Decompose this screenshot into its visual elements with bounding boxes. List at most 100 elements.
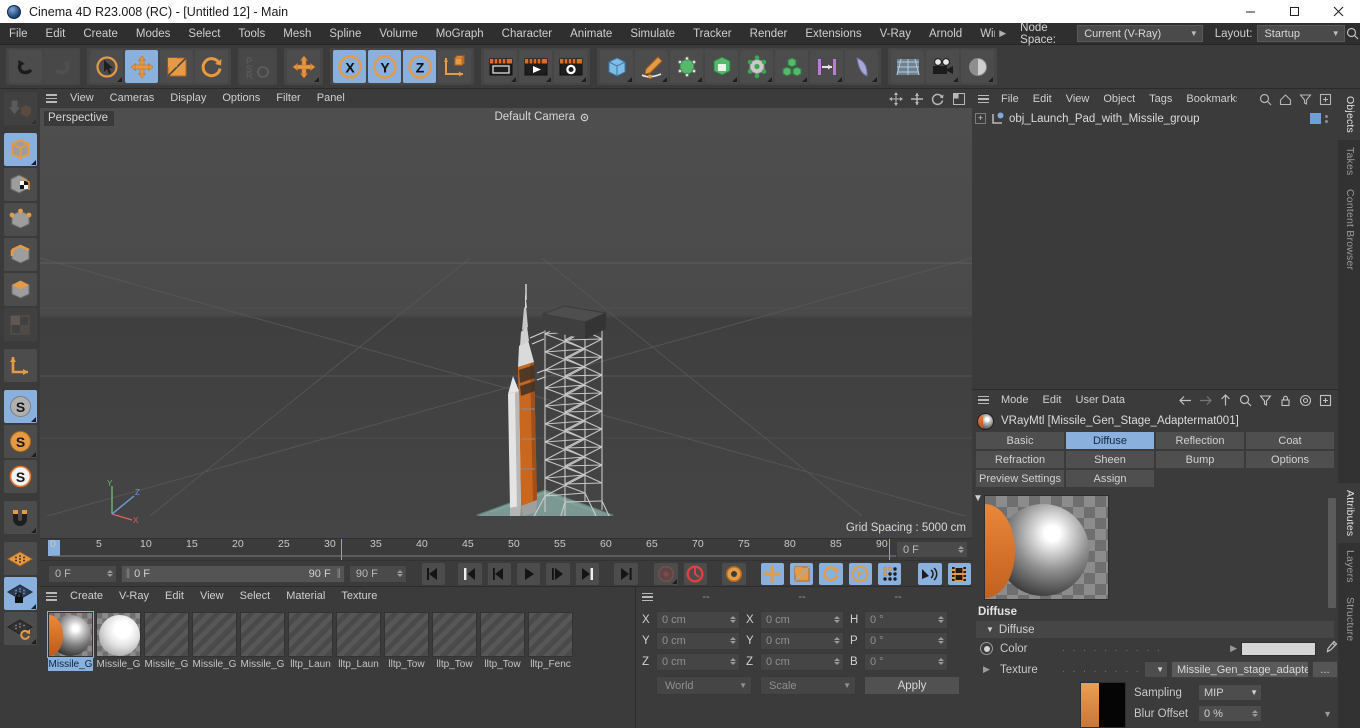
texture-type-dropdown[interactable]: ▼ [1144, 661, 1168, 678]
menu-item-file[interactable]: File [0, 23, 37, 45]
tab-assign[interactable]: Assign [1066, 470, 1154, 487]
material-swatch[interactable]: lltp_Laun [288, 612, 333, 728]
menu-item-extensions[interactable]: Extensions [796, 23, 870, 45]
pen-spline-button[interactable] [635, 50, 668, 83]
record-active-objects-button[interactable] [654, 562, 678, 585]
viewport-menu-filter[interactable]: Filter [268, 89, 308, 108]
menu-item-modes[interactable]: Modes [127, 23, 180, 45]
rotation-h-input[interactable]: 0 ° [864, 610, 948, 629]
object-menu-bookmarks[interactable]: Bookmarks [1179, 89, 1237, 109]
perspective-viewport[interactable]: Perspective Default Camera Grid Spacing … [40, 108, 972, 538]
film-strip-button[interactable] [947, 562, 971, 585]
attribute-menu-user-data[interactable]: User Data [1069, 390, 1133, 410]
point-mode-icon[interactable] [3, 203, 37, 236]
object-menu-view[interactable]: View [1059, 89, 1097, 109]
tab-bump[interactable]: Bump [1156, 451, 1244, 468]
mograph-cloner-button[interactable] [775, 50, 808, 83]
attribute-scrollbar-thumb[interactable] [1328, 498, 1336, 608]
material-swatch[interactable]: Missile_G [240, 612, 285, 728]
coordinate-mode-dropdown[interactable]: Scale ▼ [760, 676, 856, 695]
minimize-button[interactable] [1228, 0, 1272, 23]
step-back-button[interactable] [487, 562, 512, 585]
move-tool-button[interactable] [125, 50, 158, 83]
up-arrow-icon[interactable] [1217, 392, 1234, 409]
tab-options[interactable]: Options [1246, 451, 1334, 468]
attribute-hamburger-icon[interactable] [972, 391, 994, 410]
add-icon[interactable] [1317, 392, 1334, 409]
menu-item-spline[interactable]: Spline [320, 23, 370, 45]
material-menu-select[interactable]: Select [232, 587, 279, 606]
go-to-next-key-button[interactable] [575, 562, 600, 585]
workplane-magnet-icon[interactable] [3, 501, 37, 534]
material-hamburger-icon[interactable] [40, 587, 62, 606]
position-x-input[interactable]: 0 cm [656, 610, 740, 629]
expand-more-icon[interactable]: ▼ [1323, 709, 1332, 719]
render-view-button[interactable] [484, 50, 517, 83]
rotation-b-input[interactable]: 0 ° [864, 652, 948, 671]
enable-snap-icon[interactable]: S [3, 390, 37, 423]
render-settings-button[interactable] [554, 50, 587, 83]
menu-item-select[interactable]: Select [179, 23, 229, 45]
live-selection-button[interactable] [90, 50, 123, 83]
workplane-icon[interactable] [3, 542, 37, 575]
texture-thumbnail[interactable] [1080, 682, 1126, 728]
material-menu-edit[interactable]: Edit [157, 587, 192, 606]
target-icon[interactable] [1297, 392, 1314, 409]
world-object-coordinate-button[interactable] [438, 50, 471, 83]
preview-collapse-icon[interactable]: ▼ [973, 493, 983, 504]
tab-diffuse[interactable]: Diffuse [1066, 432, 1154, 449]
tab-structure[interactable]: Structure [1338, 590, 1360, 648]
tab-objects[interactable]: Objects [1338, 89, 1360, 140]
position-z-input[interactable]: 0 cm [656, 652, 740, 671]
tab-reflection[interactable]: Reflection [1156, 432, 1244, 449]
edge-mode-icon[interactable] [3, 238, 37, 271]
cube-primitive-button[interactable] [600, 50, 633, 83]
go-to-start-button[interactable] [421, 562, 445, 585]
menu-item-window[interactable]: Wind [971, 23, 995, 45]
make-editable-icon[interactable] [3, 92, 37, 125]
go-to-previous-key-button[interactable] [458, 562, 482, 585]
menu-item-volume[interactable]: Volume [370, 23, 426, 45]
play-button[interactable] [517, 562, 541, 585]
viewport-menu-options[interactable]: Options [214, 89, 268, 108]
node-space-dropdown[interactable]: Current (V-Ray) ▼ [1077, 25, 1203, 42]
object-visibility-dots-icon[interactable] [1325, 114, 1328, 123]
tab-content-browser[interactable]: Content Browser [1338, 182, 1360, 277]
object-tree-row[interactable]: + obj_Launch_Pad_with_Missile_group [972, 109, 1338, 128]
end-frame-field[interactable]: 0 F [896, 541, 968, 558]
tab-preview-settings[interactable]: Preview Settings [976, 470, 1064, 487]
tab-sheen[interactable]: Sheen [1066, 451, 1154, 468]
menu-item-tracker[interactable]: Tracker [684, 23, 741, 45]
size-z-input[interactable]: 0 cm [760, 652, 844, 671]
menu-item-edit[interactable]: Edit [37, 23, 75, 45]
texture-browse-button[interactable]: ... [1312, 661, 1338, 678]
spinner-icon[interactable] [834, 616, 840, 623]
menu-item-simulate[interactable]: Simulate [621, 23, 684, 45]
blur-offset-input[interactable]: 0 % [1198, 705, 1262, 722]
layout-dropdown[interactable]: Startup ▼ [1257, 25, 1345, 42]
material-menu-material[interactable]: Material [278, 587, 333, 606]
scale-tool-button[interactable] [160, 50, 193, 83]
spinner-icon[interactable] [397, 570, 404, 577]
axis-modify-icon[interactable] [3, 349, 37, 382]
spinner-icon[interactable] [834, 637, 840, 644]
psr-button[interactable]: PSR [241, 50, 274, 83]
material-swatch[interactable]: Missile_G [47, 611, 94, 728]
size-x-input[interactable]: 0 cm [760, 610, 844, 629]
attribute-menu-edit[interactable]: Edit [1036, 390, 1069, 410]
polygon-mode-icon[interactable] [3, 273, 37, 306]
viewport-menu-cameras[interactable]: Cameras [102, 89, 163, 108]
camera-target-icon[interactable] [579, 112, 590, 123]
light-button[interactable] [961, 50, 994, 83]
object-menu-tags[interactable]: Tags [1142, 89, 1179, 109]
material-menu-vray[interactable]: V-Ray [111, 587, 157, 606]
group-header-diffuse[interactable]: ▼ Diffuse [976, 621, 1334, 638]
current-frame-input[interactable]: 0 F [48, 564, 117, 583]
texture-path-input[interactable]: Missile_Gen_stage_adapter_ [1171, 661, 1309, 678]
material-swatch[interactable]: Missile_G [96, 612, 141, 728]
material-swatch[interactable]: lltp_Laun [336, 612, 381, 728]
model-mode-icon[interactable] [3, 133, 37, 166]
field-object-button[interactable] [845, 50, 878, 83]
tab-layers[interactable]: Layers [1338, 543, 1360, 590]
rotation-key-button[interactable] [819, 562, 843, 585]
